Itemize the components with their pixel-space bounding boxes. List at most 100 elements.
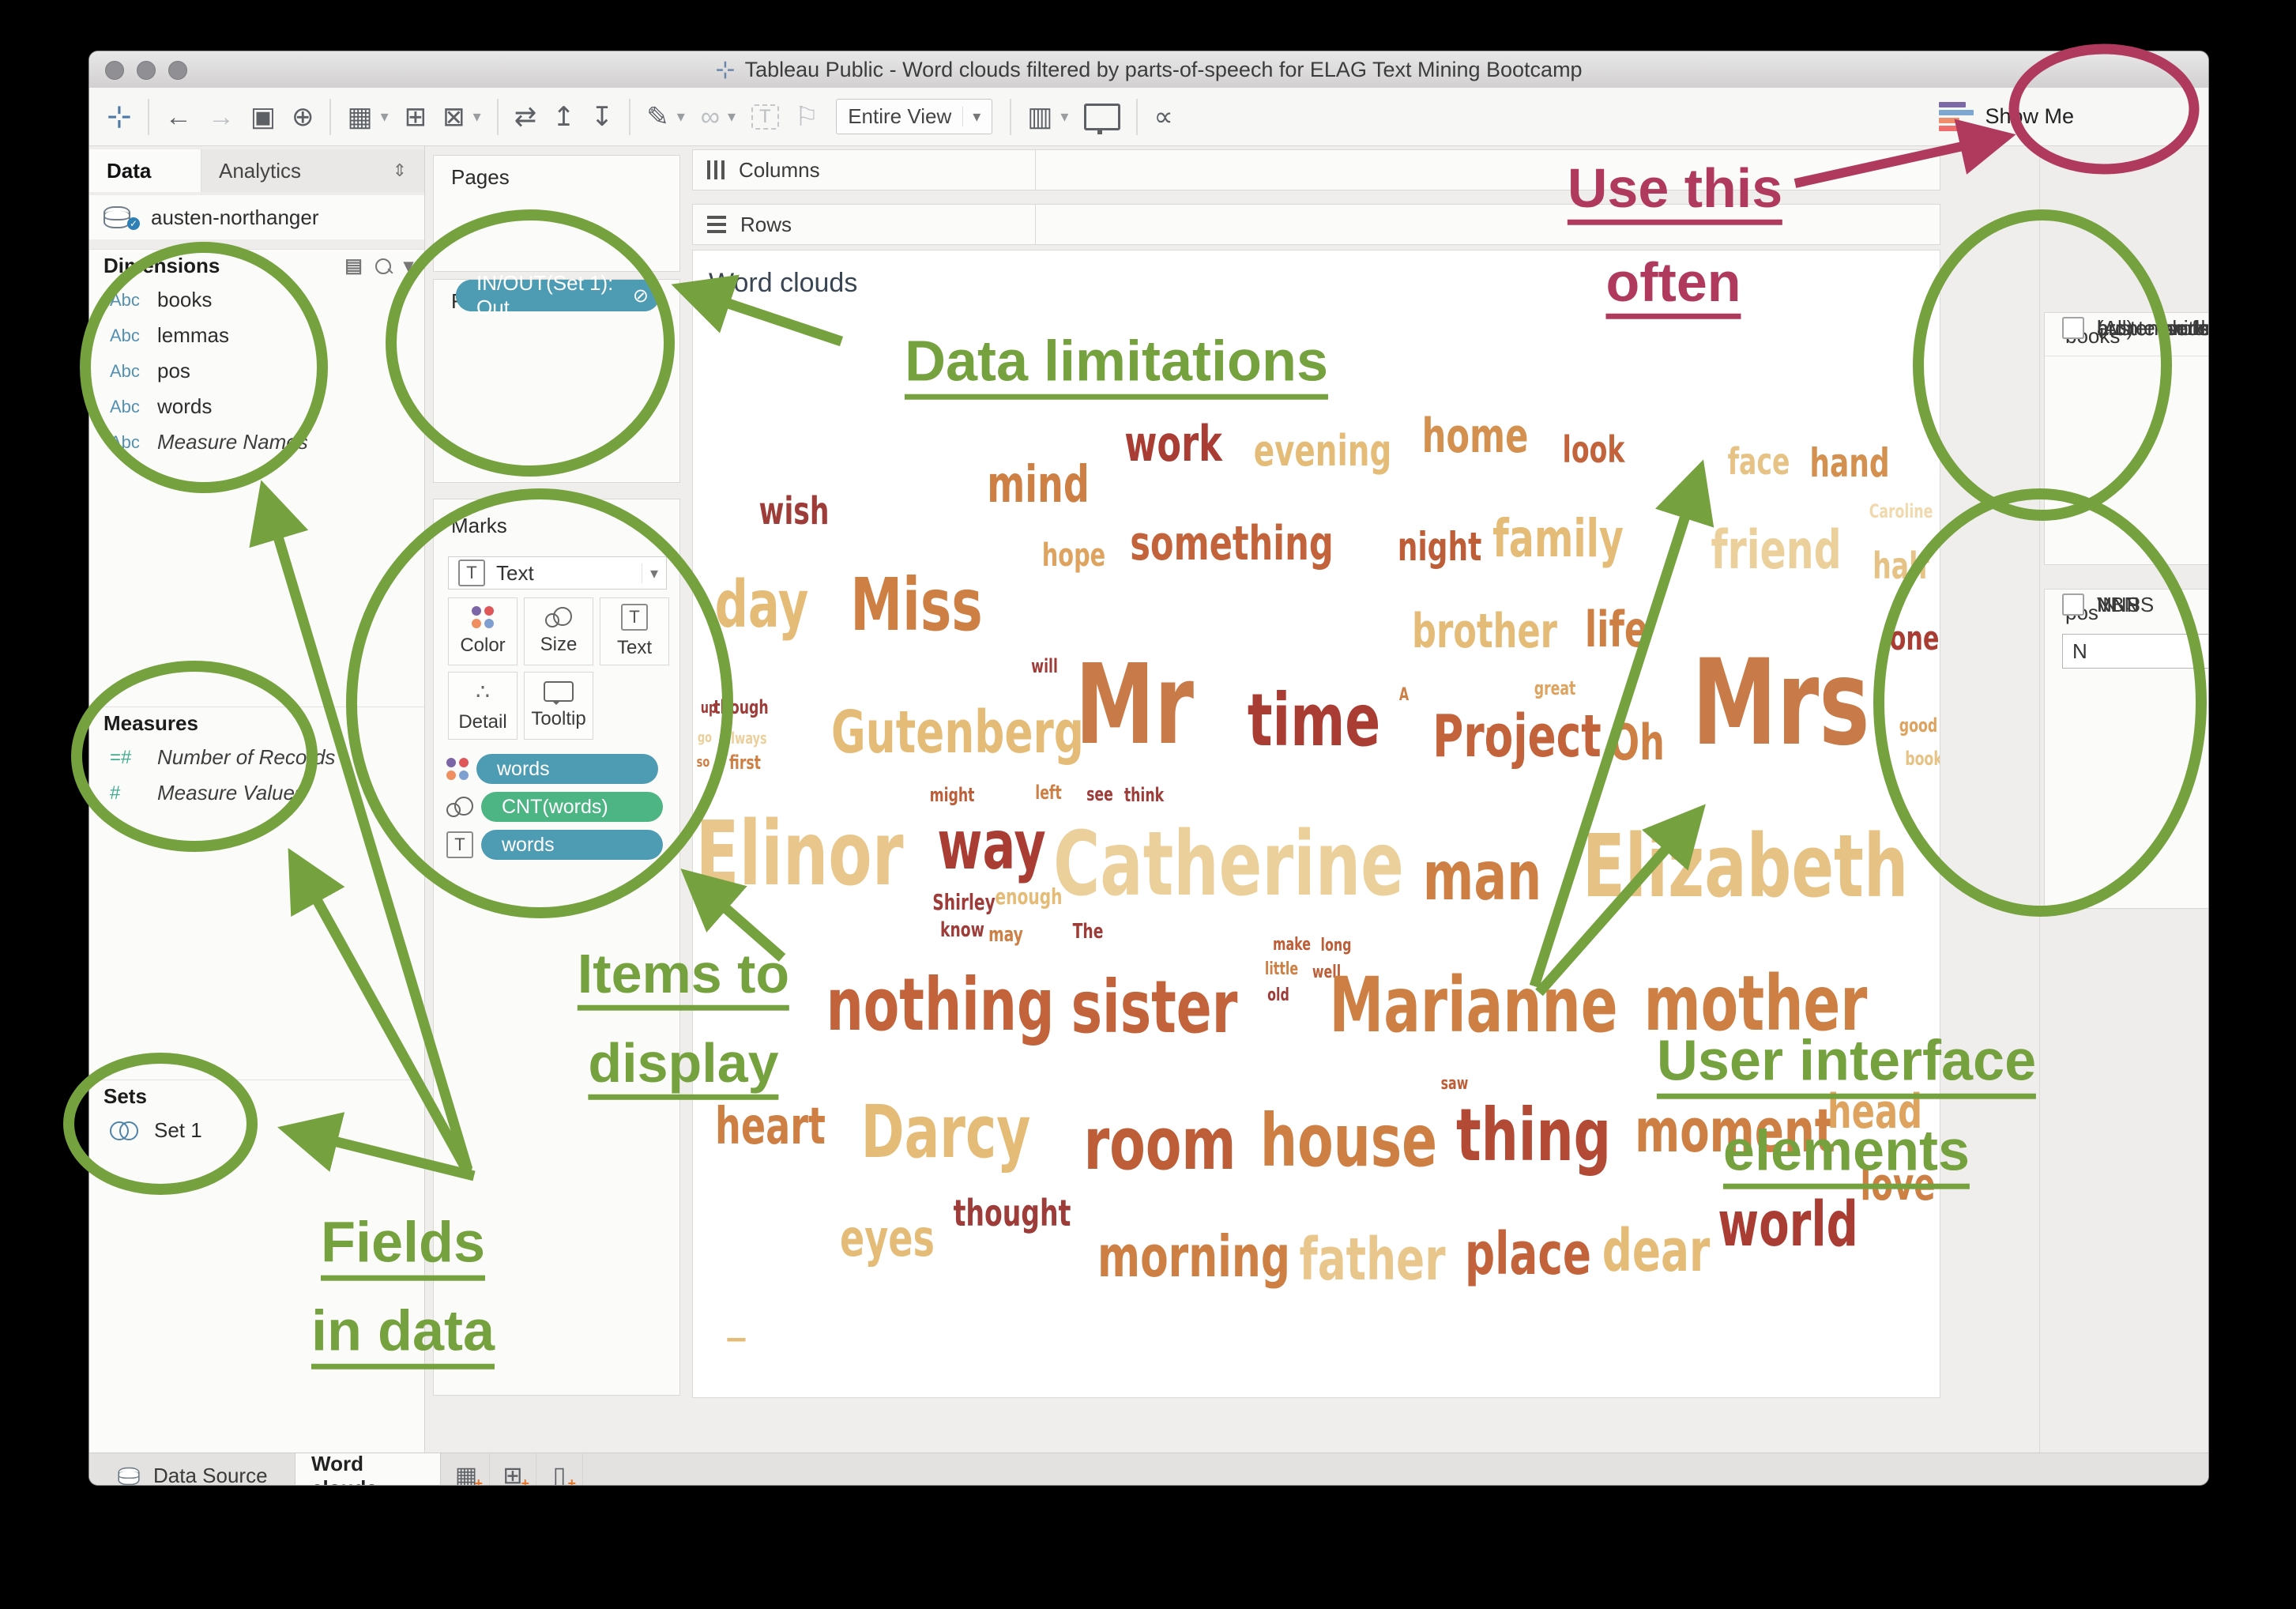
wordcloud-word[interactable]: Darcy xyxy=(861,1096,1031,1169)
chevron-down-icon[interactable]: ▾ xyxy=(728,109,736,125)
wordcloud-word[interactable]: — xyxy=(726,1325,747,1353)
wordcloud-word[interactable]: nothing xyxy=(826,969,1055,1042)
wordcloud-word[interactable]: room xyxy=(1084,1108,1236,1181)
measure-field-row[interactable]: =# Number of Records xyxy=(89,740,424,775)
show-mark-labels-icon[interactable]: T xyxy=(751,104,779,130)
share-icon[interactable]: ∝ xyxy=(1154,104,1172,130)
wordcloud-word[interactable]: morning xyxy=(1097,1228,1290,1285)
wordcloud-word[interactable]: life xyxy=(1585,605,1648,654)
filter-pill[interactable]: IN/OUT(Set 1): Out ⊘ xyxy=(456,280,660,311)
color-pill-row[interactable]: words xyxy=(446,754,658,784)
chevron-down-icon[interactable]: ▾ xyxy=(381,109,389,125)
toolbar-separator[interactable] xyxy=(329,99,331,135)
wordcloud-word[interactable]: dear xyxy=(1602,1222,1711,1280)
fit-selector[interactable]: Entire View ▾ xyxy=(836,99,992,134)
wordcloud-word[interactable]: place xyxy=(1465,1225,1591,1283)
dimension-field-row[interactable]: Abc lemmas xyxy=(89,318,424,353)
mark-type-dropdown[interactable]: T Text ▾ xyxy=(448,556,667,590)
tab-data[interactable]: Data xyxy=(89,149,201,192)
wordcloud-word[interactable]: enough xyxy=(995,886,1062,908)
wordcloud-word[interactable]: think xyxy=(1124,786,1164,804)
wordcloud-word[interactable]: half xyxy=(1873,548,1929,584)
pos-checkbox-row[interactable]: VBN xyxy=(2062,590,2139,620)
new-story-button[interactable]: ▯+ xyxy=(536,1453,583,1486)
new-dashboard-button[interactable]: ⊞+ xyxy=(490,1453,536,1486)
tooltip-button[interactable]: Tooltip xyxy=(524,672,593,740)
wordcloud-word[interactable]: man xyxy=(1423,842,1541,910)
mark-labels-icon[interactable]: ▥ xyxy=(1027,104,1052,130)
new-worksheet-button[interactable]: ▦+ xyxy=(443,1453,490,1486)
toolbar-separator[interactable] xyxy=(497,99,499,135)
pos-search-input[interactable] xyxy=(2063,639,2209,665)
checkbox-icon[interactable] xyxy=(2062,317,2084,339)
wordcloud-word[interactable]: face xyxy=(1728,443,1790,480)
tableau-logo-icon[interactable]: ⊹ xyxy=(107,102,132,132)
wordcloud-word[interactable]: hope xyxy=(1042,540,1105,571)
wordcloud-word[interactable]: wish xyxy=(759,492,830,530)
dimension-field-row[interactable]: Abc words xyxy=(89,389,424,424)
chevron-down-icon[interactable]: ▾ xyxy=(1060,109,1068,125)
wordcloud-word[interactable]: A xyxy=(1399,687,1409,704)
wordcloud-word[interactable]: Shirley xyxy=(932,891,995,914)
toolbar-separator[interactable] xyxy=(1136,99,1138,135)
wordcloud-word[interactable]: always xyxy=(723,730,766,746)
checkbox-icon[interactable] xyxy=(2062,593,2084,616)
wordcloud-word[interactable]: know xyxy=(940,920,984,940)
wordcloud-word[interactable]: evening xyxy=(1254,430,1392,473)
wordcloud-word[interactable]: something xyxy=(1130,520,1334,567)
book-checkbox-row[interactable]: bronte-wuthering.t... xyxy=(2062,313,2209,343)
wordcloud-word[interactable]: saw xyxy=(1441,1076,1469,1093)
tab-data-source[interactable]: Data Source xyxy=(100,1453,284,1486)
redo-icon[interactable]: → xyxy=(208,104,235,130)
pages-shelf[interactable]: Pages xyxy=(433,155,680,272)
duplicate-sheet-icon[interactable]: ⊞ xyxy=(405,104,427,130)
wordcloud-word[interactable]: great xyxy=(1534,679,1576,698)
datasource-row[interactable]: ✓ austen-northanger xyxy=(89,195,424,239)
pill-words-text[interactable]: words xyxy=(481,830,663,860)
wordcloud-word[interactable]: world xyxy=(1718,1194,1858,1256)
wordcloud-word[interactable]: father xyxy=(1300,1230,1446,1289)
wordcloud-word[interactable]: Oh xyxy=(1609,718,1665,767)
measure-field-row[interactable]: # Measure Values xyxy=(89,775,424,811)
swap-axes-icon[interactable]: ⇄ xyxy=(514,104,537,130)
toolbar-separator[interactable] xyxy=(1010,99,1011,135)
wordcloud-word[interactable]: may xyxy=(988,925,1023,945)
wordcloud-word[interactable]: Gutenberg xyxy=(831,703,1084,762)
wordcloud-word[interactable]: The xyxy=(1073,921,1104,942)
wordcloud-word[interactable]: home xyxy=(1422,413,1529,460)
dimension-field-row[interactable]: Abc pos xyxy=(89,353,424,389)
collapse-pane-icon[interactable]: ⇕ xyxy=(393,160,407,181)
search-icon[interactable] xyxy=(375,258,391,274)
wordcloud-word[interactable]: go xyxy=(698,731,712,745)
wordcloud-word[interactable]: make xyxy=(1273,936,1311,954)
sort-ascending-icon[interactable]: ↥ xyxy=(552,104,575,130)
view-list-icon[interactable]: ▤ xyxy=(344,254,363,277)
pill-cnt-words[interactable]: CNT(words) xyxy=(481,792,663,822)
wordcloud-word[interactable]: work xyxy=(1124,420,1222,469)
sort-descending-icon[interactable]: ↧ xyxy=(591,104,614,130)
wordcloud-word[interactable]: long xyxy=(1321,937,1352,955)
pill-words-color[interactable]: words xyxy=(476,754,658,784)
wordcloud-word[interactable]: time xyxy=(1248,684,1380,757)
add-datasource-icon[interactable]: ⊕ xyxy=(292,104,314,130)
size-pill-row[interactable]: CNT(words) xyxy=(446,792,663,822)
wordcloud-word[interactable]: old xyxy=(1267,987,1289,1004)
wordcloud-word[interactable]: Project xyxy=(1432,707,1601,766)
wordcloud-word[interactable]: Caroline xyxy=(1869,502,1933,521)
text-button[interactable]: T Text xyxy=(600,597,669,665)
save-icon[interactable]: ▣ xyxy=(250,104,276,130)
wordcloud-word[interactable]: brother xyxy=(1412,608,1557,655)
wordcloud-word[interactable]: Miss xyxy=(850,569,982,642)
wordcloud-word[interactable]: left xyxy=(1035,783,1061,802)
wordcloud-word[interactable]: way xyxy=(937,812,1045,880)
text-pill-row[interactable]: T words xyxy=(446,830,663,860)
color-button[interactable]: Color xyxy=(448,597,518,665)
wordcloud-word[interactable]: night xyxy=(1398,527,1482,567)
wordcloud-word[interactable]: eyes xyxy=(840,1214,935,1264)
wordcloud-word[interactable]: sister xyxy=(1071,971,1238,1044)
pos-search-box[interactable]: × xyxy=(2062,634,2209,669)
wordcloud-word[interactable]: might xyxy=(930,786,975,804)
wordcloud-word[interactable]: thing xyxy=(1456,1099,1611,1172)
set-row[interactable]: Set 1 xyxy=(89,1113,424,1148)
wordcloud-word[interactable]: look xyxy=(1563,431,1625,468)
